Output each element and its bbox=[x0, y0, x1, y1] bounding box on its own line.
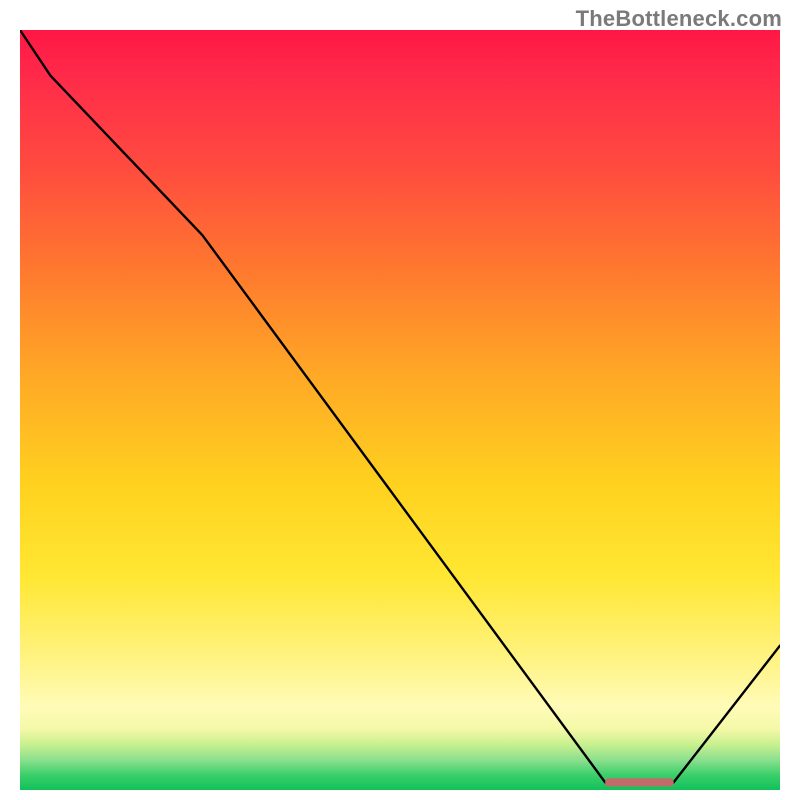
plot-area bbox=[20, 30, 780, 790]
curve-line bbox=[20, 30, 780, 782]
watermark-text: TheBottleneck.com bbox=[576, 6, 782, 32]
chart-overlay bbox=[20, 30, 780, 790]
chart-stage: TheBottleneck.com bbox=[0, 0, 800, 800]
optimal-marker bbox=[605, 778, 673, 786]
